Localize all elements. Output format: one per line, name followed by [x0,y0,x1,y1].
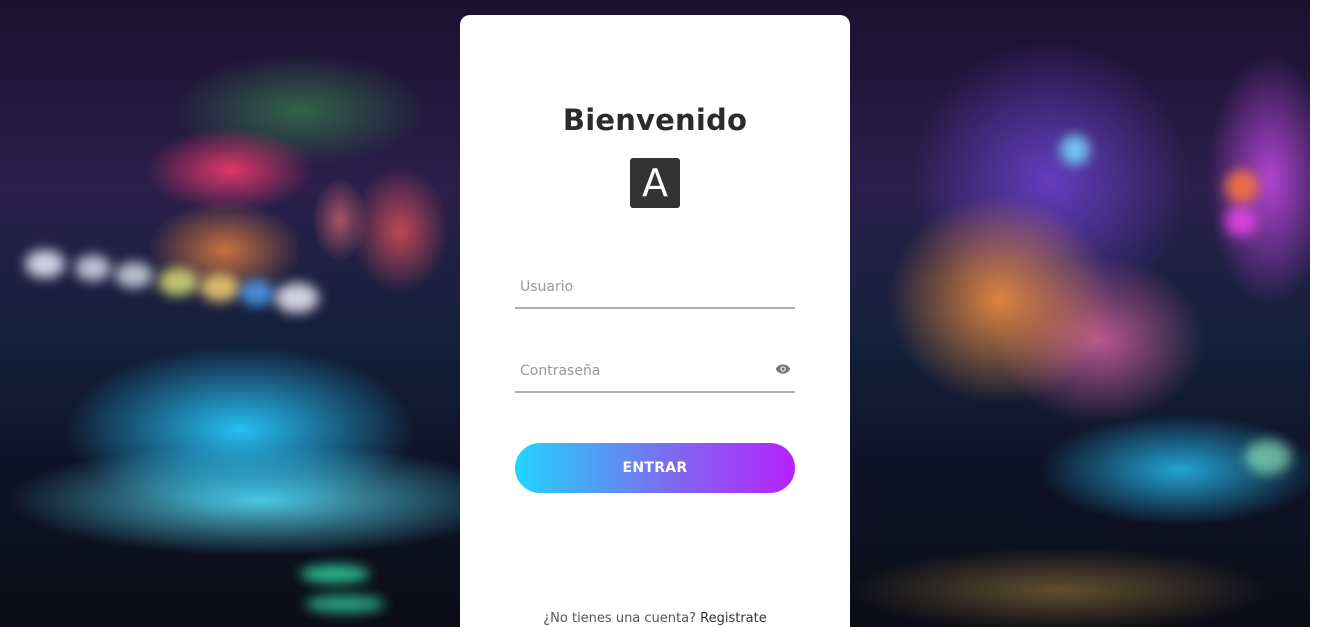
signup-prompt-text: ¿No tienes una cuenta? [543,611,696,626]
password-input[interactable] [515,351,795,391]
background-light [1245,440,1291,474]
signup-prompt: ¿No tienes una cuenta? Registrate [460,611,850,626]
background-light [200,274,240,302]
background-light [158,268,198,296]
background-light [1225,205,1257,237]
background-light [1225,170,1259,204]
eye-icon[interactable] [775,363,791,375]
app-logo: A [630,158,680,208]
background-light [115,262,153,288]
background-light [75,255,111,281]
username-input[interactable] [515,267,795,307]
password-field [515,351,795,393]
login-page: Bienvenido A ENTRAR ¿No tienes una cuent… [0,0,1325,627]
background-light [305,595,385,613]
signup-link[interactable]: Registrate [700,611,767,626]
background-light [275,283,319,313]
username-field [515,267,795,309]
background-light [25,250,65,278]
background-light [1060,135,1090,165]
login-button[interactable]: ENTRAR [515,443,795,493]
login-card: Bienvenido A ENTRAR ¿No tienes una cuent… [460,15,850,627]
background-light [240,280,274,306]
background-light [300,565,370,583]
page-title: Bienvenido [562,103,748,137]
